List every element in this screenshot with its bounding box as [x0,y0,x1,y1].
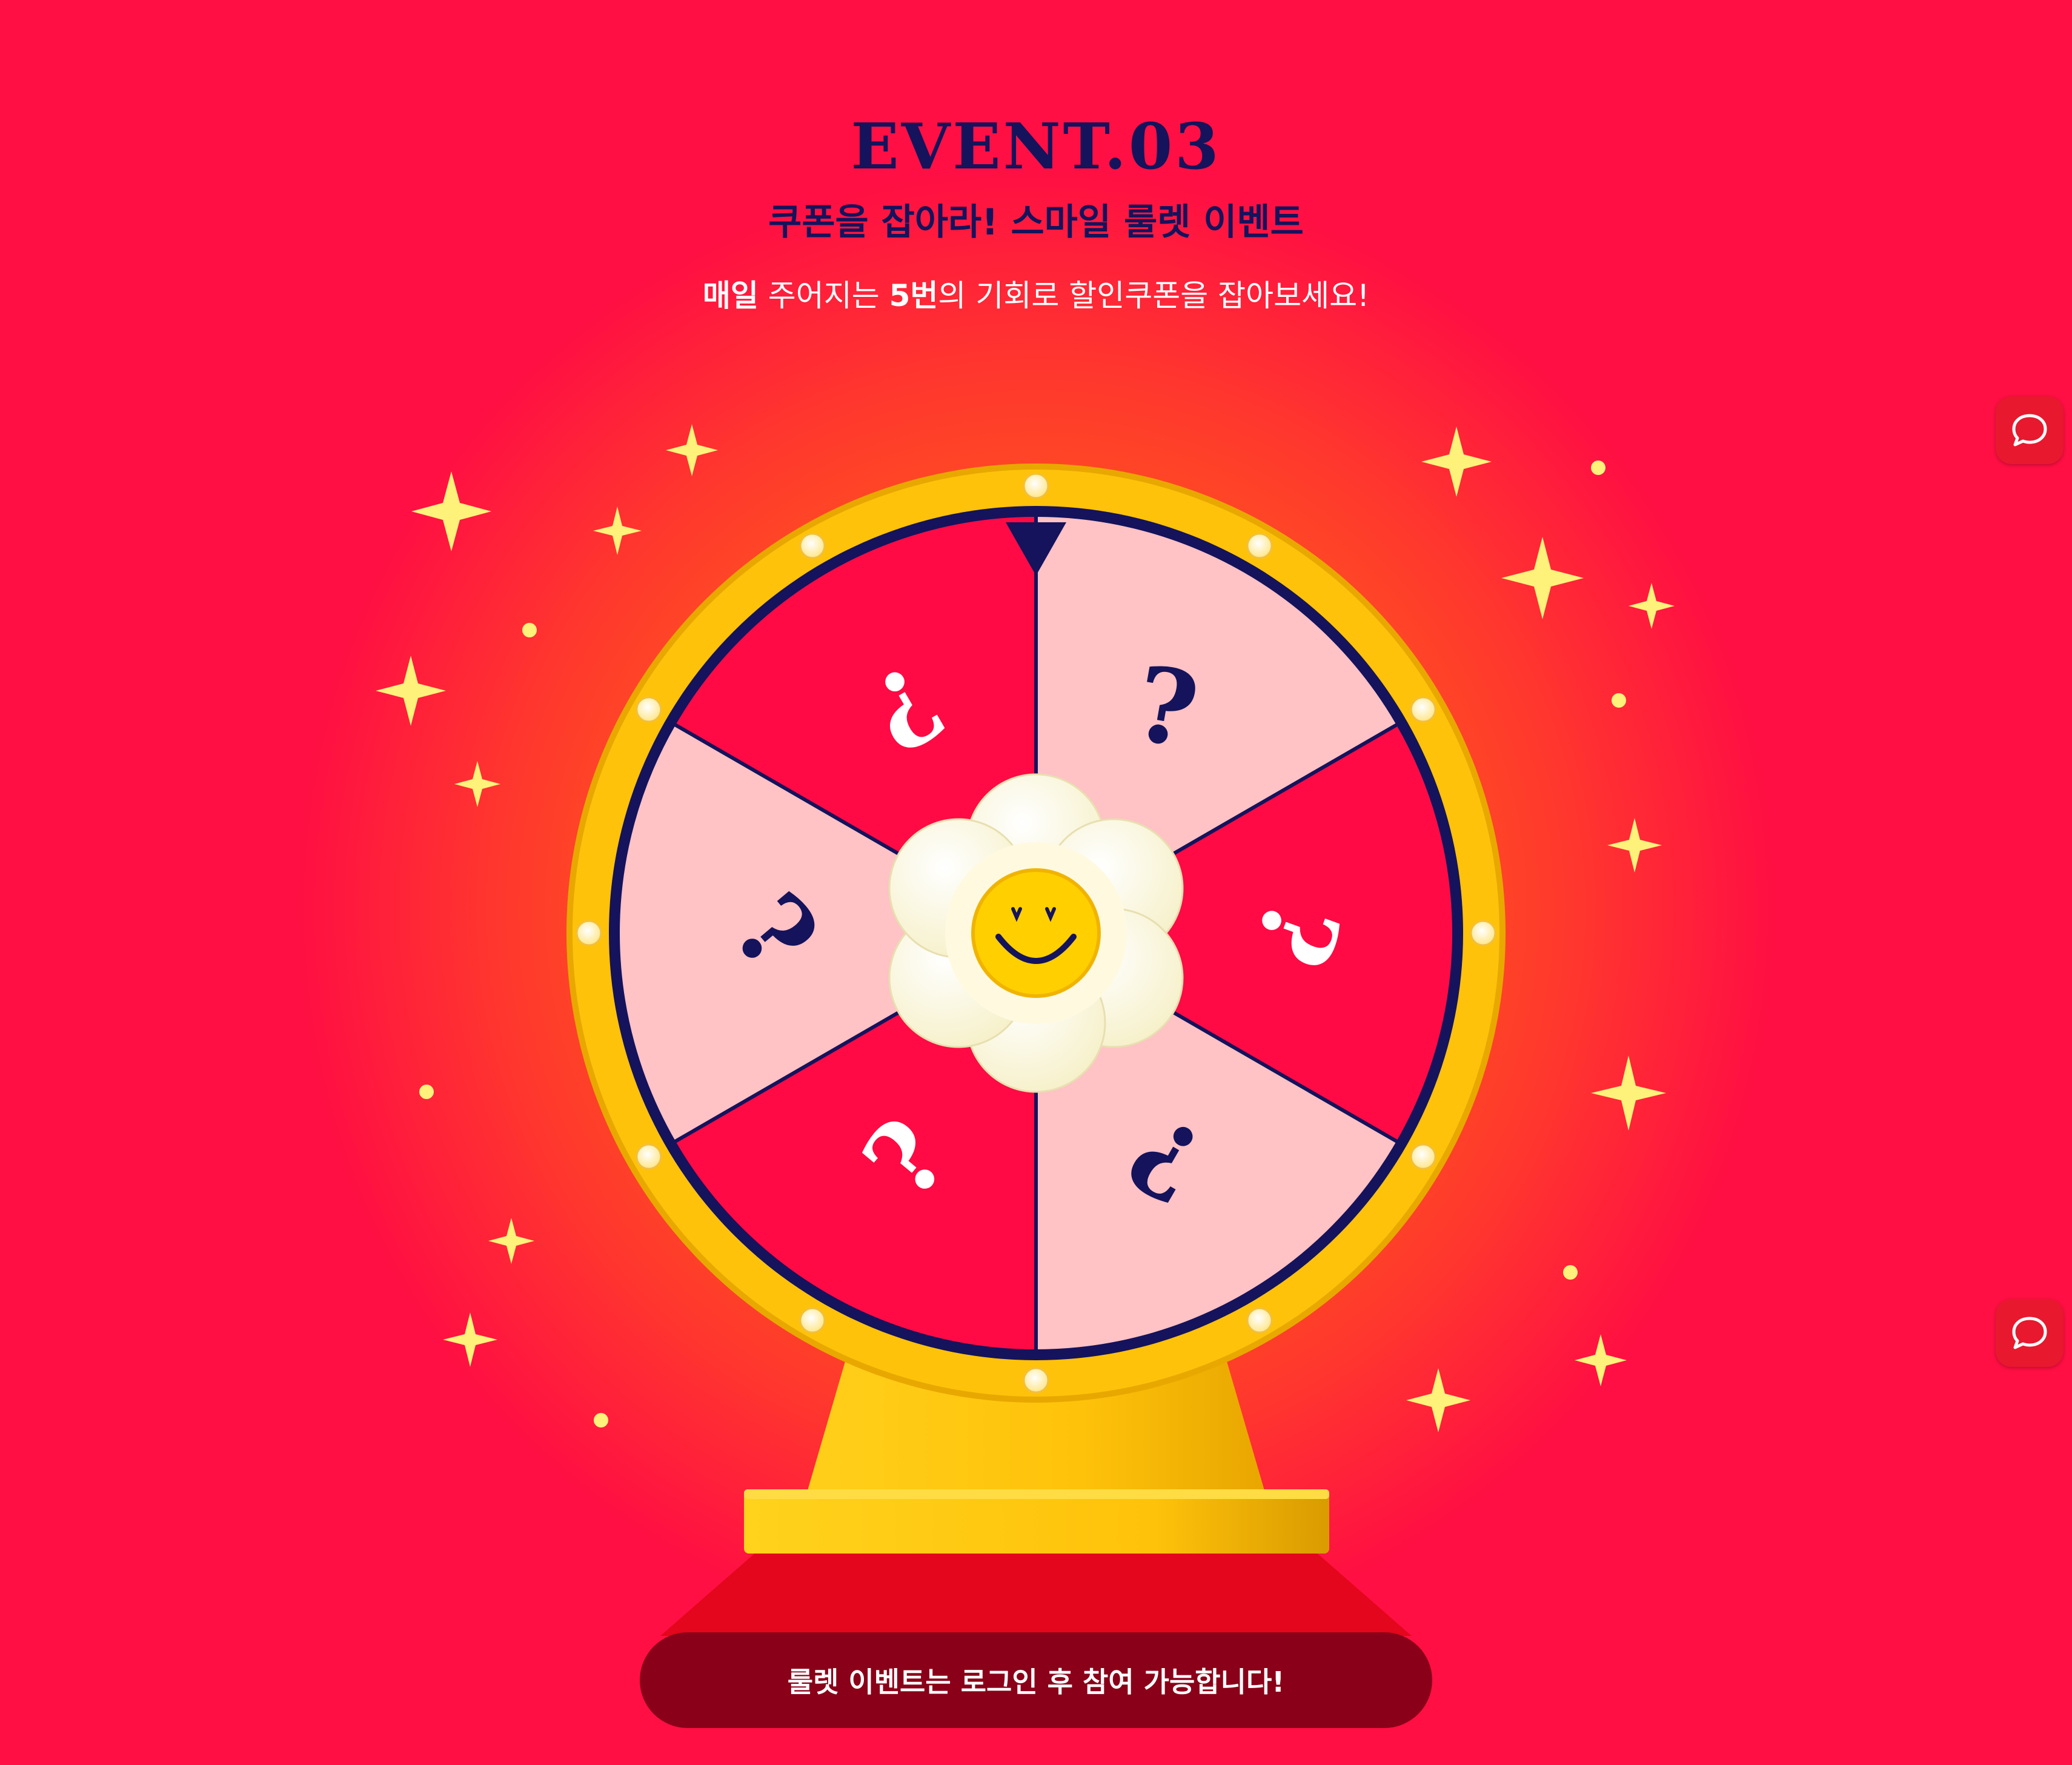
bulb-light [799,1307,826,1334]
bulb-light [1246,1307,1273,1334]
sparkle-icon [1629,583,1675,629]
sparkle-icon [454,761,500,807]
red-carpet [660,1551,1412,1636]
chat-bubble-icon [2012,1317,2047,1349]
bulb-light [1023,473,1049,499]
dot-decoration [1612,693,1626,708]
bulb-light [576,920,602,946]
bulb-light [636,1143,662,1170]
roulette-graphic: ?????? [376,424,1675,1636]
sparkle-icon [1575,1334,1627,1386]
bulb-light [799,533,826,559]
bulb-light [1023,1367,1049,1394]
dot-decoration [419,1085,434,1099]
dot-decoration [594,1413,608,1428]
bulb-light [1410,1143,1436,1170]
sparkle-icon [1591,1055,1666,1131]
sparkle-icon [1501,537,1584,619]
roulette-wheel: ?????? [566,464,1506,1403]
chat-button[interactable] [1996,396,2064,464]
bulb-light [636,696,662,723]
sparkle-icon [1421,427,1492,497]
sparkle-icon [376,656,446,726]
sparkle-icon [488,1218,534,1264]
login-required-notice[interactable]: 룰렛 이벤트는 로그인 후 참여 가능합니다! [640,1632,1432,1728]
bulb-light [1470,920,1496,946]
sparkle-icon [411,471,491,551]
sparkle-icon [443,1312,497,1367]
bulb-light [1410,696,1436,723]
dot-decoration [1591,460,1605,475]
sparkle-icon [593,507,642,555]
bulb-light [1246,533,1273,559]
event-section: EVENT.03 쿠폰을 잡아라! 스마일 룰렛 이벤트 매일 주어지는 5번의… [0,0,2072,1765]
sparkle-icon [666,424,718,476]
chat-button[interactable] [1996,1299,2064,1367]
sparkle-icon [1406,1368,1470,1432]
sparkle-icon [1607,818,1662,873]
dot-decoration [1563,1265,1578,1280]
chat-bubble-icon [2012,414,2047,447]
dot-decoration [522,623,537,637]
